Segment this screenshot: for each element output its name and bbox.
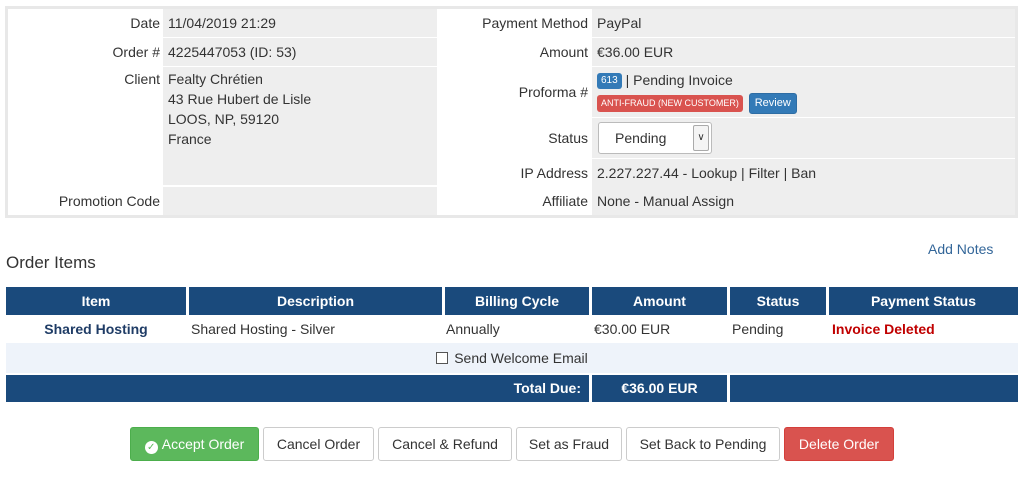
ip-address-value: 2.227.227.44 - Lookup | Filter | Ban — [592, 159, 1015, 187]
client-city-line: LOOS, NP, 59120 — [168, 111, 280, 127]
total-row-filler — [730, 375, 1018, 402]
promotion-code-value — [163, 187, 437, 215]
payment-method-label: Payment Method — [482, 15, 588, 31]
ip-dash: - — [678, 165, 692, 181]
send-welcome-email-label[interactable]: Send Welcome Email — [454, 350, 588, 366]
delete-order-button[interactable]: Delete Order — [784, 427, 894, 461]
status-cell: Pending ∨ — [592, 118, 1015, 158]
add-notes-link[interactable]: Add Notes — [928, 241, 993, 257]
total-due-value: €36.00 EUR — [592, 375, 727, 402]
pending-invoice-text: Pending Invoice — [633, 72, 733, 88]
ip-lookup-link[interactable]: Lookup — [691, 165, 737, 181]
ip-filter-link[interactable]: Filter — [749, 165, 780, 181]
col-header-billing-cycle: Billing Cycle — [445, 287, 589, 315]
review-button[interactable]: Review — [748, 92, 797, 114]
order-details-panel: Date 11/04/2019 21:29 Order # 4225447053… — [5, 6, 1018, 218]
date-value: 11/04/2019 21:29 — [163, 9, 437, 37]
client-address: Fealty Chrétien 43 Rue Hubert de Lisle L… — [163, 67, 437, 185]
client-country-line: France — [168, 131, 212, 147]
affiliate-label: Affiliate — [542, 193, 588, 209]
item-description: Shared Hosting - Silver — [191, 321, 335, 337]
accept-order-label: Accept Order — [161, 436, 245, 452]
cancel-order-button[interactable]: Cancel Order — [263, 427, 374, 461]
item-status: Pending — [732, 321, 784, 337]
col-header-item: Item — [6, 287, 186, 315]
col-header-payment-status: Payment Status — [829, 287, 1018, 315]
order-number-label: Order # — [112, 44, 160, 60]
ip-address-text: 2.227.227.44 — [597, 165, 679, 181]
proforma-separator: | — [621, 72, 634, 88]
anti-fraud-badge: ANTI-FRAUD (NEW CUSTOMER) — [597, 94, 743, 112]
item-payment-status: Invoice Deleted — [832, 321, 935, 337]
col-header-status: Status — [730, 287, 826, 315]
status-selected-value: Pending — [615, 130, 667, 146]
total-due-label: Total Due: — [6, 375, 589, 402]
status-label: Status — [548, 130, 588, 146]
affiliate-none: None — [597, 193, 631, 209]
check-circle-icon: ✓ — [144, 441, 158, 454]
payment-method-value: PayPal — [592, 9, 1015, 37]
proforma-label: Proforma # — [518, 84, 588, 100]
affiliate-value: None - Manual Assign — [592, 187, 1015, 215]
item-amount: €30.00 EUR — [594, 321, 671, 337]
promotion-code-label: Promotion Code — [58, 193, 160, 209]
ip-sep-1: | — [737, 165, 749, 181]
cancel-refund-button[interactable]: Cancel & Refund — [378, 427, 512, 461]
ip-address-label: IP Address — [520, 165, 588, 181]
accept-order-button[interactable]: ✓ Accept Order — [130, 427, 259, 461]
col-header-amount: Amount — [592, 287, 727, 315]
status-select[interactable]: Pending ∨ — [598, 122, 712, 154]
ip-sep-2: | — [779, 165, 792, 181]
send-welcome-email-row: Send Welcome Email — [6, 343, 1018, 373]
amount-label: Amount — [539, 44, 588, 60]
invoice-id-badge[interactable]: 613 — [597, 73, 622, 90]
order-items-title: Order Items — [6, 253, 96, 272]
send-welcome-email-checkbox[interactable] — [436, 352, 449, 364]
amount-value: €36.00 EUR — [592, 38, 1015, 66]
client-label: Client — [124, 71, 160, 87]
ip-ban-link[interactable]: Ban — [791, 165, 816, 181]
order-number-value: 4225447053 (ID: 53) — [163, 38, 437, 66]
proforma-value: 613 | Pending Invoice ANTI-FRAUD (NEW CU… — [592, 67, 1015, 117]
set-back-to-pending-button[interactable]: Set Back to Pending — [626, 427, 780, 461]
set-as-fraud-button[interactable]: Set as Fraud — [516, 427, 622, 461]
client-name-link[interactable]: Fealty Chrétien — [168, 69, 437, 89]
manual-assign-link[interactable]: Manual Assign — [643, 193, 734, 209]
item-name[interactable]: Shared Hosting — [6, 318, 186, 340]
client-address-line: 43 Rue Hubert de Lisle — [168, 91, 312, 107]
item-billing-cycle: Annually — [446, 321, 500, 337]
col-header-description: Description — [189, 287, 442, 315]
date-label: Date — [130, 15, 160, 31]
chevron-down-icon: ∨ — [693, 125, 709, 151]
affiliate-dash: - — [630, 193, 643, 209]
